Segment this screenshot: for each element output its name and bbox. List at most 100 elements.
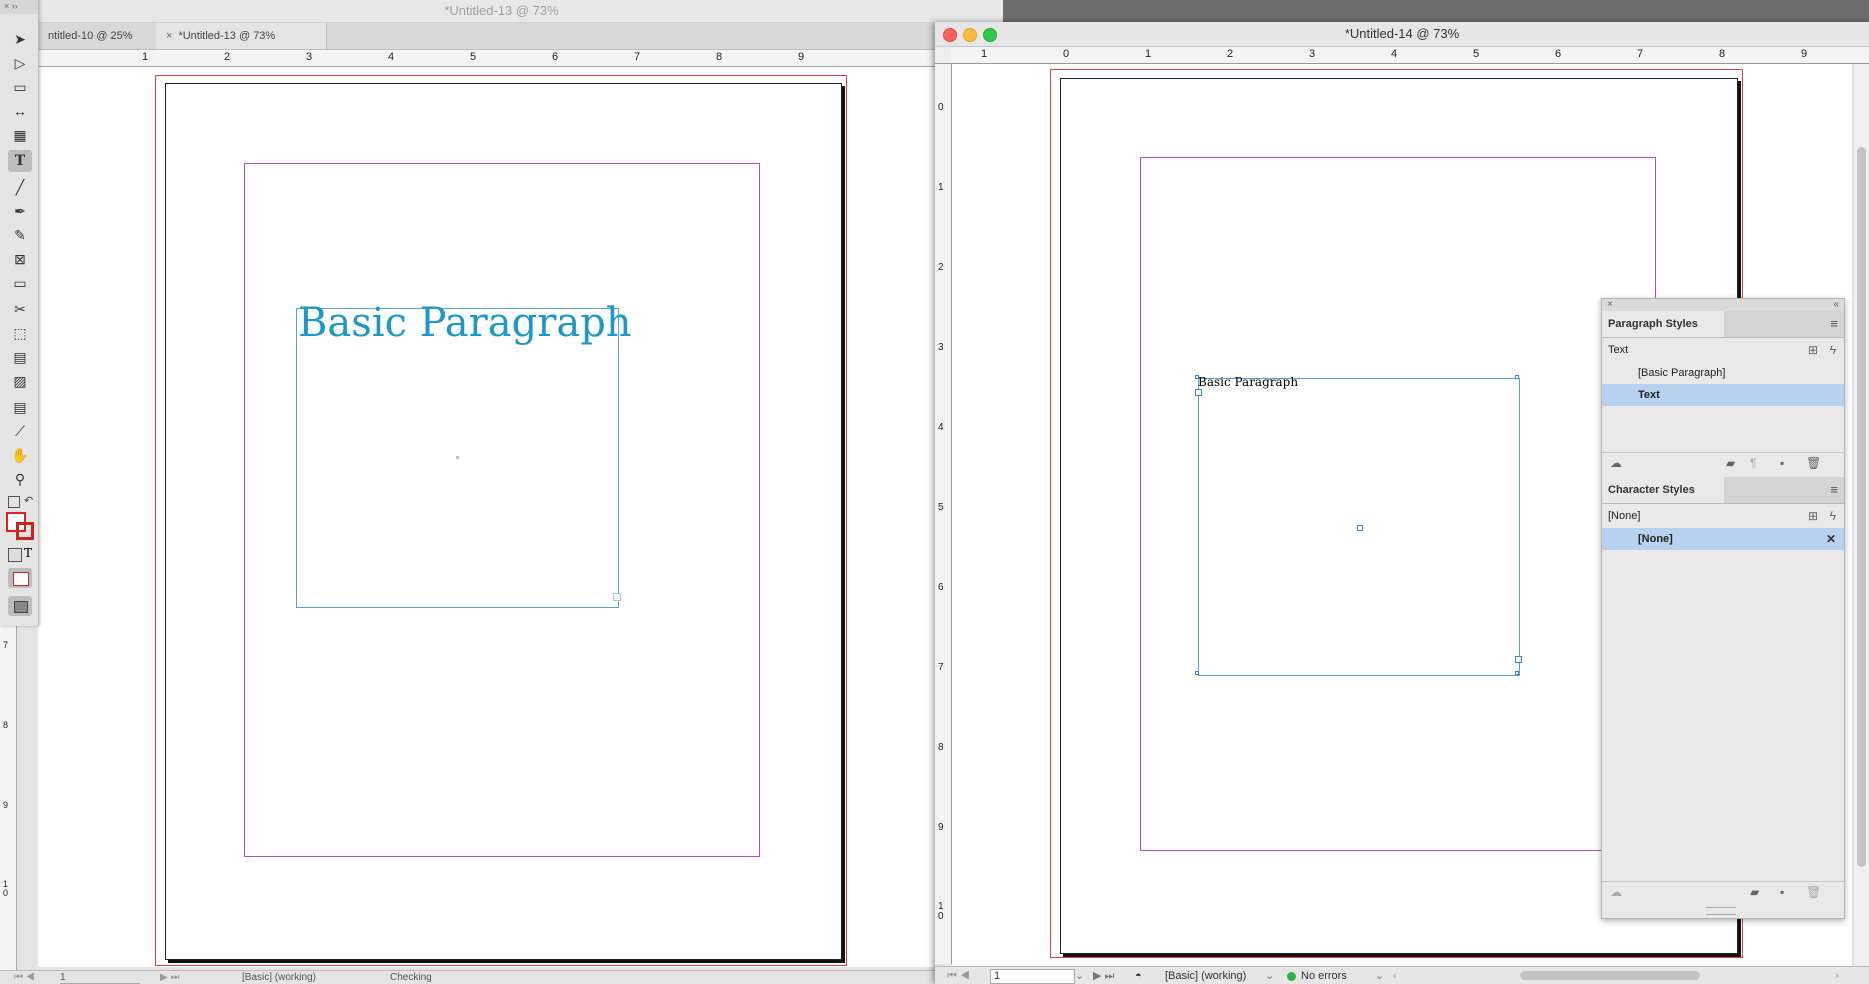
- resize-handle[interactable]: [1195, 671, 1199, 675]
- trash-icon[interactable]: 🗑: [1806, 456, 1821, 470]
- preflight-status[interactable]: Checking: [390, 972, 432, 983]
- frame-text[interactable]: Basic Paragraph: [298, 300, 632, 346]
- panel-group-header[interactable]: × «: [1602, 299, 1844, 311]
- paragraph-style-item[interactable]: [Basic Paragraph]: [1602, 362, 1844, 384]
- preflight-status[interactable]: No errors: [1301, 967, 1347, 984]
- hand-tool-icon[interactable]: ✋: [8, 444, 32, 466]
- preflight-status-dot: [1287, 972, 1296, 981]
- horizontal-ruler[interactable]: 1 0 1 2 3 4 5 6 7 8 9: [951, 47, 1869, 64]
- new-style-icon[interactable]: ▪: [1780, 456, 1784, 470]
- paragraph-style-item[interactable]: Text: [1602, 384, 1844, 406]
- new-folder-icon[interactable]: ▰: [1726, 456, 1735, 470]
- new-style-group-icon[interactable]: ⊞: [1808, 505, 1818, 527]
- panel-resize-grip[interactable]: [1706, 907, 1736, 915]
- ruler-label: 9: [3, 800, 9, 810]
- vertical-ruler[interactable]: 0 1 2 3 4 5 6 7 8 9 1 0: [935, 64, 952, 964]
- page-number-field[interactable]: 1: [990, 969, 1075, 984]
- tab-untitled-10[interactable]: ntitled-10 @ 25%: [38, 23, 169, 49]
- type-tool-icon[interactable]: T: [8, 150, 32, 172]
- new-style-group-icon[interactable]: ⊞: [1808, 339, 1818, 361]
- collapse-icon[interactable]: × ››: [4, 1, 18, 11]
- screen-mode-icon[interactable]: [8, 596, 32, 616]
- close-icon[interactable]: ×: [1607, 299, 1613, 310]
- preflight-menu-icon[interactable]: ◓: [1135, 967, 1142, 984]
- out-port-handle[interactable]: [1515, 656, 1522, 663]
- swap-colors-icon[interactable]: ↶: [24, 494, 33, 507]
- page-dropdown-icon[interactable]: ⌄: [1075, 967, 1084, 984]
- horizontal-scrollbar-thumb[interactable]: [1520, 971, 1700, 980]
- panel-menu-icon[interactable]: ≡: [1830, 316, 1838, 331]
- preflight-profile[interactable]: [Basic] (working): [1165, 967, 1246, 984]
- new-style-icon[interactable]: ▪: [1780, 885, 1784, 899]
- tab-paragraph-styles[interactable]: Paragraph Styles: [1602, 311, 1724, 337]
- in-port-handle[interactable]: [1195, 389, 1202, 396]
- default-colors-icon[interactable]: [8, 496, 20, 508]
- scissors-tool-icon[interactable]: ✂: [8, 298, 32, 320]
- rectangle-frame-tool-icon[interactable]: ⊠: [8, 248, 32, 270]
- pencil-tool-icon[interactable]: ✎: [8, 224, 32, 246]
- tools-panel-header[interactable]: × ››: [0, 0, 38, 14]
- frame-center-point: [1357, 525, 1363, 531]
- stroke-swatch[interactable]: [16, 522, 34, 540]
- scroll-right-icon[interactable]: ›: [1835, 967, 1839, 984]
- first-page-icon[interactable]: ⏮ ◀: [947, 967, 970, 984]
- preflight-profile[interactable]: [Basic] (working): [242, 972, 316, 983]
- panel-menu-icon[interactable]: ≡: [1830, 482, 1838, 497]
- formatting-text-icon[interactable]: T: [24, 546, 32, 560]
- ruler-label: 9: [1801, 48, 1808, 60]
- text-frame[interactable]: [296, 308, 621, 608]
- vertical-ruler[interactable]: 7 8 9 1 0: [0, 620, 17, 976]
- left-status-bar: ⏮ ◀ 1 ▶ ⏭ [Basic] (working) Checking: [0, 970, 1003, 984]
- current-character-style: [None] ⊞ ϟ: [1602, 505, 1844, 527]
- direct-selection-tool-icon[interactable]: ▷: [8, 52, 32, 74]
- apply-none-icon[interactable]: [8, 568, 32, 588]
- gradient-feather-tool-icon[interactable]: ▨: [8, 370, 32, 392]
- close-icon[interactable]: ×: [166, 30, 172, 42]
- gap-tool-icon[interactable]: ↔: [8, 100, 32, 122]
- rectangle-tool-icon[interactable]: ▭: [8, 272, 32, 294]
- pen-tool-icon[interactable]: ✒: [8, 200, 32, 222]
- line-tool-icon[interactable]: ╱: [8, 176, 32, 198]
- close-window-button[interactable]: [943, 28, 957, 42]
- out-port-handle[interactable]: [613, 593, 621, 601]
- scroll-left-icon[interactable]: ‹: [1393, 967, 1397, 984]
- tab-character-styles[interactable]: Character Styles: [1602, 477, 1724, 503]
- cloud-icon[interactable]: ☁: [1610, 456, 1622, 470]
- zoom-tool-icon[interactable]: ⚲: [8, 468, 32, 490]
- tab-untitled-13[interactable]: × *Untitled-13 @ 73%: [156, 23, 327, 49]
- trash-icon[interactable]: 🗑: [1806, 885, 1821, 899]
- preflight-dropdown-icon[interactable]: ⌄: [1375, 967, 1384, 984]
- ruler-origin[interactable]: [935, 47, 952, 64]
- profile-dropdown-icon[interactable]: ⌄: [1265, 967, 1274, 984]
- text-frame[interactable]: [1195, 375, 1522, 676]
- ruler-label: 8: [716, 51, 723, 63]
- page-number-field[interactable]: 1: [60, 972, 140, 984]
- eyedropper-tool-icon[interactable]: ⟋: [8, 420, 32, 442]
- vertical-scrollbar-thumb[interactable]: [1857, 147, 1866, 867]
- clear-overrides-icon[interactable]: ¶: [1750, 456, 1756, 470]
- selection-tool-icon[interactable]: ➤: [8, 28, 32, 50]
- right-window-titlebar: *Untitled-14 @ 73%: [935, 22, 1869, 47]
- next-page-icon[interactable]: ▶ ⏭: [160, 972, 179, 983]
- quick-apply-icon[interactable]: ϟ: [1830, 339, 1836, 361]
- ruler-label: 2: [938, 262, 944, 273]
- horizontal-ruler[interactable]: 1 2 3 4 5 6 7 8 9: [38, 50, 1003, 67]
- free-transform-tool-icon[interactable]: ⬚: [8, 322, 32, 344]
- next-page-icon[interactable]: ▶ ⏭: [1093, 967, 1114, 984]
- new-folder-icon[interactable]: ▰: [1750, 885, 1759, 899]
- cloud-icon[interactable]: ☁: [1610, 885, 1622, 899]
- gradient-swatch-tool-icon[interactable]: ▤: [8, 346, 32, 368]
- note-tool-icon[interactable]: ▤: [8, 396, 32, 418]
- content-collector-tool-icon[interactable]: ▦: [8, 124, 32, 146]
- formatting-container-icon[interactable]: [8, 548, 22, 562]
- character-style-item[interactable]: [None] ✕: [1602, 528, 1844, 550]
- quick-apply-icon[interactable]: ϟ: [1830, 505, 1836, 527]
- maximize-window-button[interactable]: [983, 28, 997, 42]
- resize-handle[interactable]: [1515, 375, 1519, 379]
- collapse-icon[interactable]: «: [1833, 299, 1839, 310]
- page-tool-icon[interactable]: ▭: [8, 76, 32, 98]
- first-page-icon[interactable]: ⏮ ◀: [14, 972, 35, 983]
- minimize-window-button[interactable]: [963, 28, 977, 42]
- resize-handle[interactable]: [1515, 671, 1519, 675]
- frame-text[interactable]: Basic Paragraph: [1198, 375, 1298, 389]
